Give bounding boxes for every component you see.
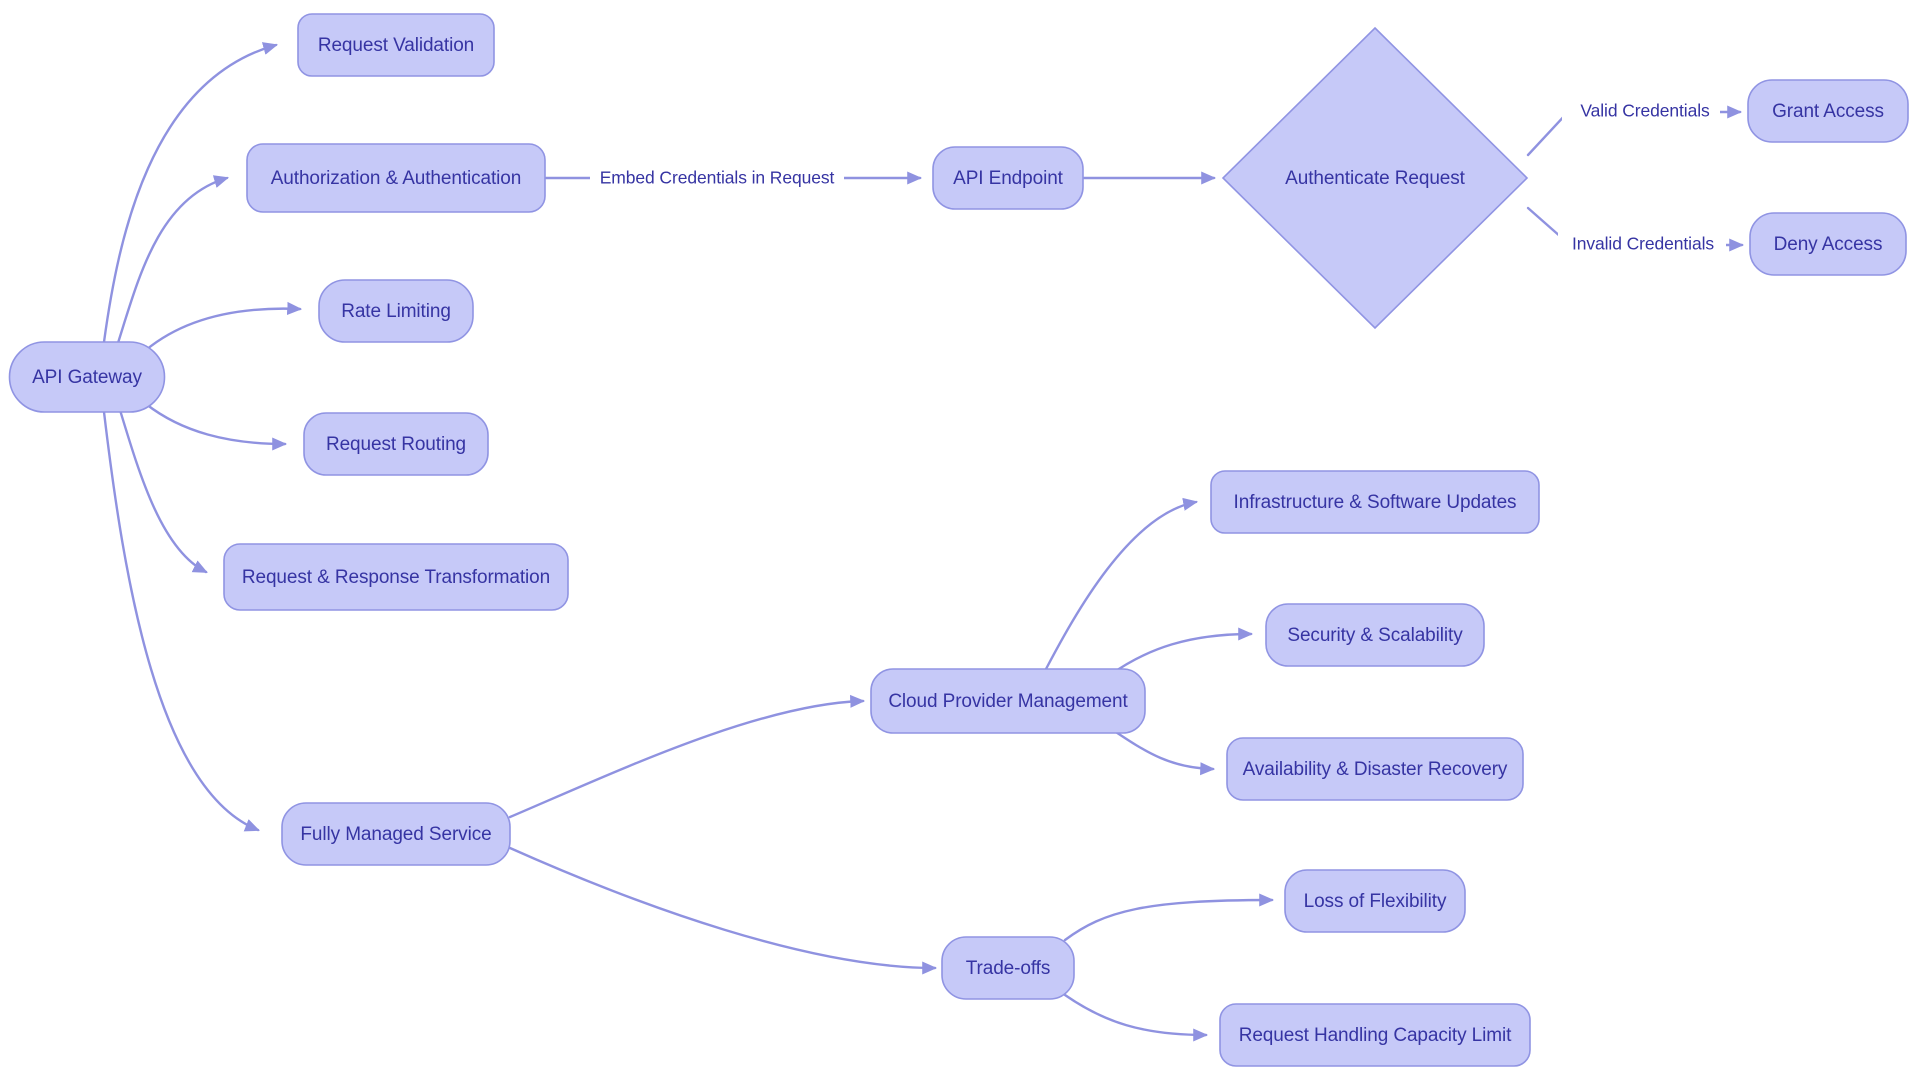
edge-trade-offs-to-request-handling-capacity-limit [1063,993,1209,1042]
node-fully-managed-service-shape[interactable] [281,802,511,866]
node-request-validation[interactable]: Request Validation [297,13,495,77]
node-api-gateway-shape[interactable] [8,341,166,413]
node-loss-of-flexibility[interactable]: Loss of Flexibility [1284,869,1466,933]
edge-api-gateway-to-rate-limiting [144,301,303,352]
node-trade-offs-shape[interactable] [941,936,1075,1000]
edge-cloud-provider-to-availability-disaster-recovery [1108,726,1216,776]
node-trade-offs[interactable]: Trade-offs [941,936,1075,1000]
edge-label-valid-credentials-text: Valid Credentials [1580,101,1710,121]
edge-label-valid-credentials: Valid Credentials [1562,98,1720,125]
node-availability-disaster-recovery-shape[interactable] [1226,737,1524,801]
node-infrastructure-software-updates-shape[interactable] [1210,470,1540,534]
node-request-response-transformation[interactable]: Request & Response Transformation [223,543,569,611]
node-deny-access-shape[interactable] [1749,212,1907,276]
node-request-routing[interactable]: Request Routing [303,412,489,476]
edge-fully-managed-to-cloud-provider [508,694,866,819]
node-request-validation-shape[interactable] [297,13,495,77]
node-request-routing-shape[interactable] [303,412,489,476]
edge-api-gateway-to-fully-managed-service [102,410,260,832]
node-fully-managed-service[interactable]: Fully Managed Service [281,802,511,866]
node-grant-access-shape[interactable] [1747,79,1909,143]
node-request-handling-capacity-limit-shape[interactable] [1219,1003,1531,1067]
flowchart-svg: Embed Credentials in Request Valid Crede… [8,13,1909,1067]
node-grant-access[interactable]: Grant Access [1747,79,1909,143]
flowchart-canvas: Embed Credentials in Request Valid Crede… [0,0,1920,1080]
node-authenticate-request[interactable]: Authenticate Request [1221,26,1529,330]
node-infrastructure-software-updates[interactable]: Infrastructure & Software Updates [1210,470,1540,534]
node-loss-of-flexibility-shape[interactable] [1284,869,1466,933]
edge-trade-offs-to-loss-of-flexibility [1063,893,1275,942]
edge-cloud-provider-to-security-scalability [1108,627,1254,677]
node-request-handling-capacity-limit[interactable]: Request Handling Capacity Limit [1219,1003,1531,1067]
edge-api-gateway-to-request-routing [144,402,288,451]
node-api-endpoint[interactable]: API Endpoint [932,146,1084,210]
node-cloud-provider-management-shape[interactable] [870,668,1146,734]
node-security-scalability-shape[interactable] [1265,603,1485,667]
node-request-response-transformation-shape[interactable] [223,543,569,611]
node-rate-limiting-shape[interactable] [318,279,474,343]
edge-label-embed-credentials-text: Embed Credentials in Request [600,168,835,188]
node-api-endpoint-shape[interactable] [932,146,1084,210]
node-api-gateway[interactable]: API Gateway [8,341,166,413]
nodes-layer: API Gateway Request Validation Authoriza… [8,13,1909,1067]
node-authorization-authentication[interactable]: Authorization & Authentication [246,143,546,213]
node-availability-disaster-recovery[interactable]: Availability & Disaster Recovery [1226,737,1524,801]
node-cloud-provider-management[interactable]: Cloud Provider Management [870,668,1146,734]
edge-label-invalid-credentials-text: Invalid Credentials [1572,234,1714,254]
node-rate-limiting[interactable]: Rate Limiting [318,279,474,343]
edge-label-invalid-credentials: Invalid Credentials [1558,231,1726,258]
node-authorization-authentication-shape[interactable] [246,143,546,213]
node-authenticate-request-shape[interactable] [1221,26,1529,330]
node-deny-access[interactable]: Deny Access [1749,212,1907,276]
node-security-scalability[interactable]: Security & Scalability [1265,603,1485,667]
edge-api-gateway-to-request-response-transformation [118,408,208,574]
edge-fully-managed-to-trade-offs [508,846,938,975]
edge-label-embed-credentials: Embed Credentials in Request [590,165,844,192]
